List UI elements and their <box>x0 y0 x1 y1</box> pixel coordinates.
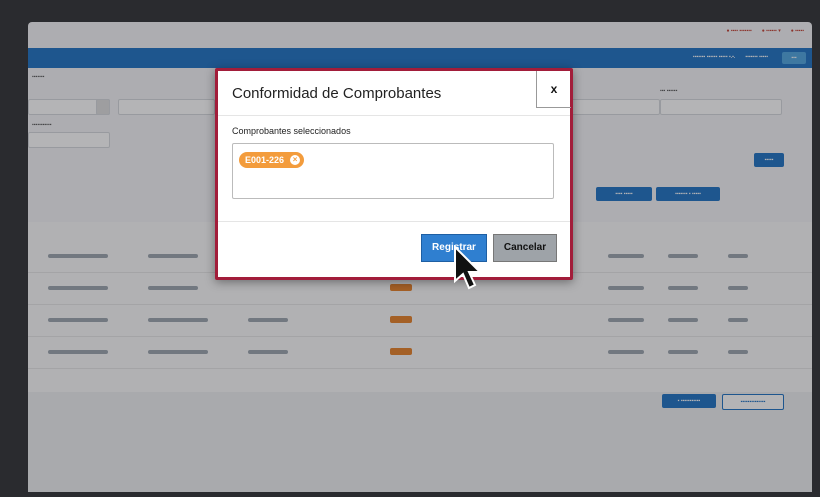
selected-chip: E001-226 × <box>239 152 305 168</box>
remove-chip-icon[interactable]: × <box>290 155 301 165</box>
conformidad-modal: Conformidad de Comprobantes x Comprobant… <box>215 68 573 280</box>
modal-header: Conformidad de Comprobantes x <box>218 71 571 116</box>
chip-label: E001-226 <box>245 155 285 165</box>
mouse-pointer-icon <box>454 245 483 290</box>
modal-title: Conformidad de Comprobantes <box>232 85 442 102</box>
modal-divider <box>218 221 570 222</box>
comprobantes-selector[interactable]: E001-226 × <box>232 143 554 199</box>
comprobantes-label: Comprobantes seleccionados <box>232 126 351 136</box>
close-icon[interactable]: x <box>536 71 571 108</box>
cancel-button[interactable]: Cancelar <box>493 234 557 262</box>
